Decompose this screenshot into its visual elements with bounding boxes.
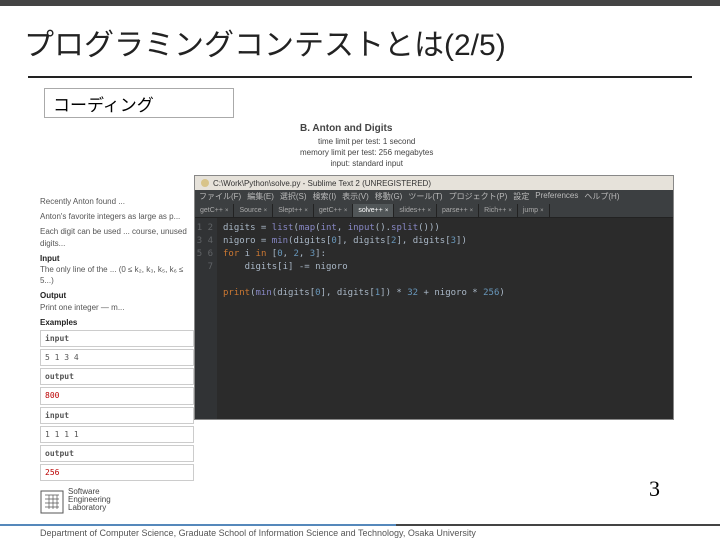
footer-text: Department of Computer Science, Graduate… — [40, 528, 476, 538]
menu-item[interactable]: 選択(S) — [280, 191, 307, 203]
ex2-in: 1 1 1 1 — [40, 426, 194, 443]
problem-title: B. Anton and Digits — [300, 122, 433, 136]
input-header: Input — [40, 253, 194, 264]
input-text: The only line of the ... (0 ≤ k₂, k₃, k₅… — [40, 264, 194, 286]
ide-code[interactable]: digits = list(map(int, input().split()))… — [217, 218, 673, 419]
ide-tab[interactable]: parse++× — [437, 204, 479, 217]
menu-item[interactable]: 移動(G) — [375, 191, 403, 203]
ex1-out-label: output — [40, 368, 194, 385]
menu-item[interactable]: ファイル(F) — [199, 191, 241, 203]
output-header: Output — [40, 290, 194, 301]
ide-tab[interactable]: getC++× — [314, 204, 353, 217]
menu-item[interactable]: Preferences — [535, 191, 578, 203]
ide-tab[interactable]: Slept++× — [273, 204, 314, 217]
ex2-out-label: output — [40, 445, 194, 462]
subtitle-text: コーディング — [53, 91, 154, 116]
footer-bar — [0, 524, 720, 526]
close-icon[interactable]: × — [264, 208, 268, 214]
ide-window: C:\Work\Python\solve.py - Sublime Text 2… — [194, 175, 674, 420]
ex1-in: 5 1 3 4 — [40, 349, 194, 366]
close-icon[interactable]: × — [427, 208, 431, 214]
problem-memlimit: memory limit per test: 256 megabytes — [300, 147, 433, 158]
menu-item[interactable]: 設定 — [513, 191, 529, 203]
problem-p3: Each digit can be used ... course, unuse… — [40, 226, 194, 248]
examples-header: Examples — [40, 317, 194, 328]
ide-tab[interactable]: getC++× — [195, 204, 234, 217]
ide-tab[interactable]: slides++× — [394, 204, 437, 217]
subtitle-box: コーディング — [44, 88, 234, 118]
ex1-in-label: input — [40, 330, 194, 347]
ide-title-text: C:\Work\Python\solve.py - Sublime Text 2… — [213, 179, 431, 188]
page-title: プログラミングコンテストとは(2/5) — [24, 20, 696, 64]
ide-gutter: 1 2 3 4 5 6 7 — [195, 218, 217, 419]
ide-tab[interactable]: Rich++× — [479, 204, 518, 217]
title-area: プログラミングコンテストとは(2/5) — [0, 6, 720, 70]
close-icon[interactable]: × — [344, 208, 348, 214]
ide-titlebar: C:\Work\Python\solve.py - Sublime Text 2… — [195, 176, 673, 190]
ex1-out: 800 — [40, 387, 194, 404]
output-text: Print one integer — m... — [40, 302, 194, 313]
close-icon[interactable]: × — [540, 208, 544, 214]
close-icon[interactable]: × — [385, 208, 389, 214]
ide-tab[interactable]: jump× — [518, 204, 550, 217]
problem-p1: Recently Anton found ... — [40, 196, 194, 207]
app-icon — [201, 179, 209, 187]
menu-item[interactable]: プロジェクト(P) — [449, 191, 508, 203]
lab-logo-text: Software Engineering Laboratory — [68, 488, 111, 512]
ex2-in-label: input — [40, 407, 194, 424]
ide-body: 1 2 3 4 5 6 7 digits = list(map(int, inp… — [195, 218, 673, 419]
title-underline — [28, 76, 692, 78]
ide-tabs[interactable]: getC++×Source×Slept++×getC++×solve++×sli… — [195, 204, 673, 218]
ex2-out: 256 — [40, 464, 194, 481]
lab-logo-icon — [40, 490, 64, 514]
ide-menubar[interactable]: ファイル(F) 編集(E) 選択(S) 検索(I) 表示(V) 移動(G) ツール(T) プロ… — [195, 190, 673, 204]
menu-item[interactable]: ツール(T) — [408, 191, 442, 203]
close-icon[interactable]: × — [508, 208, 512, 214]
problem-header: B. Anton and Digits time limit per test:… — [300, 122, 433, 170]
problem-inputmode: input: standard input — [300, 158, 433, 169]
close-icon[interactable]: × — [225, 208, 229, 214]
ide-tab[interactable]: Source× — [234, 204, 273, 217]
problem-timelimit: time limit per test: 1 second — [300, 136, 433, 147]
close-icon[interactable]: × — [304, 208, 308, 214]
ide-tab[interactable]: solve++× — [353, 204, 394, 217]
menu-item[interactable]: 表示(V) — [342, 191, 369, 203]
page-number: 3 — [649, 476, 660, 502]
close-icon[interactable]: × — [470, 208, 474, 214]
menu-item[interactable]: 検索(I) — [313, 191, 337, 203]
menu-item[interactable]: 編集(E) — [247, 191, 274, 203]
problem-statement: Recently Anton found ... Anton's favorit… — [40, 196, 194, 481]
menu-item[interactable]: ヘルプ(H) — [584, 191, 619, 203]
problem-p2: Anton's favorite integers as large as p.… — [40, 211, 194, 222]
